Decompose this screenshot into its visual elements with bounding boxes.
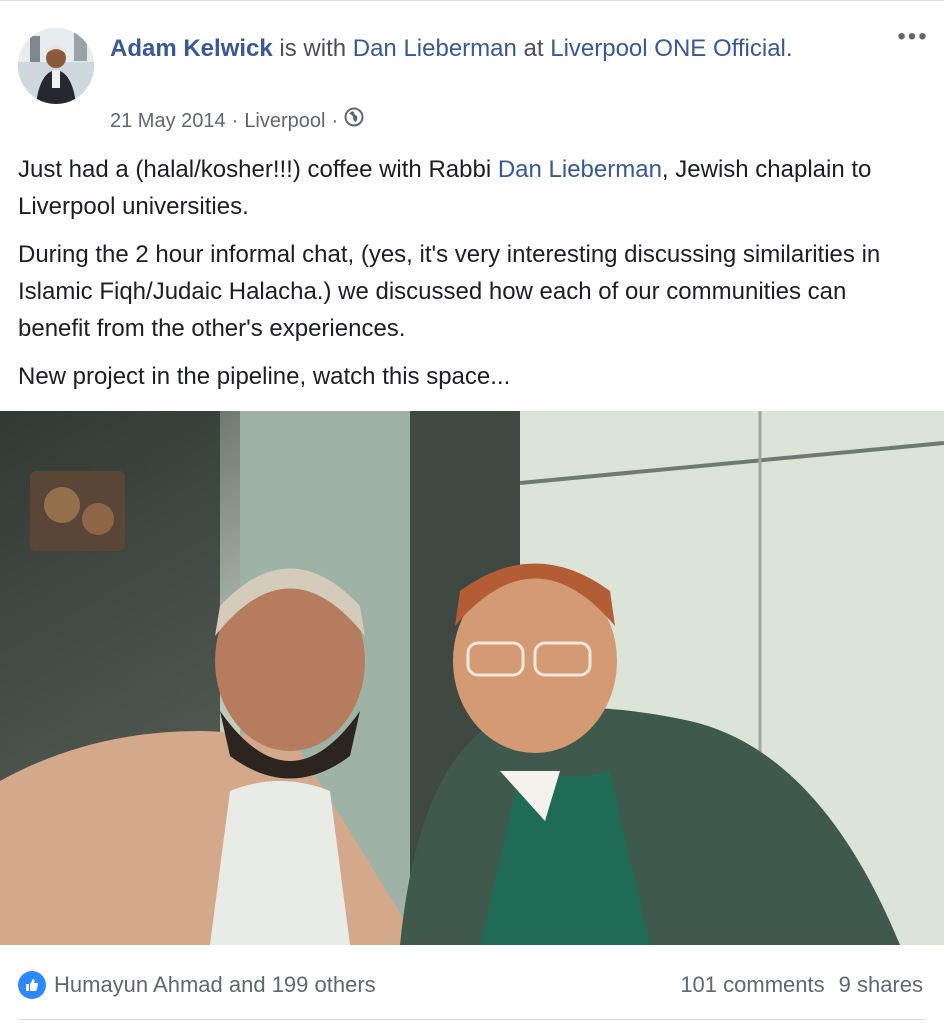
thumbs-up-icon	[18, 971, 46, 999]
post-text: Just had a (halal/kosher!!!) coffee with…	[18, 151, 923, 406]
more-icon: •••	[897, 23, 929, 50]
post-paragraph-1: Just had a (halal/kosher!!!) coffee with…	[18, 151, 923, 225]
post-date[interactable]: 21 May 2014	[110, 107, 226, 135]
post-photo[interactable]	[0, 411, 944, 945]
post-place[interactable]: Liverpool	[244, 107, 325, 135]
footer-divider	[18, 1019, 926, 1020]
globe-icon[interactable]	[344, 107, 364, 135]
post-paragraph-3: New project in the pipeline, watch this …	[18, 363, 511, 390]
tagged-person-link[interactable]: Dan Lieberman	[353, 35, 517, 62]
post-paragraph-2: During the 2 hour informal chat, (yes, i…	[18, 241, 881, 342]
header-period: .	[785, 35, 793, 62]
comments-count[interactable]: 101 comments	[680, 972, 824, 998]
author-name[interactable]: Adam Kelwick	[110, 35, 273, 62]
reactions-summary[interactable]: Humayun Ahmad and 199 others	[18, 971, 376, 999]
paragraph1-lead: Just had a (halal/kosher!!!) coffee with…	[18, 156, 498, 183]
with-label: is with	[272, 35, 353, 62]
avatar-image	[18, 28, 94, 104]
more-options-button[interactable]: •••	[896, 23, 930, 50]
likes-text[interactable]: Humayun Ahmad and 199 others	[54, 972, 376, 998]
post-meta: 21 May 2014 · Liverpool ·	[110, 107, 364, 135]
rabbi-name-link[interactable]: Dan Lieberman	[498, 156, 662, 183]
facebook-post: Adam Kelwick is with Dan Lieberman at Li…	[0, 0, 944, 1023]
meta-separator: ·	[331, 110, 339, 132]
author-avatar[interactable]	[18, 28, 94, 104]
at-label: at	[516, 35, 551, 62]
meta-separator: ·	[231, 110, 239, 132]
engagement-counts: 101 comments 9 shares	[680, 972, 923, 998]
location-link[interactable]: Liverpool ONE Official	[550, 35, 786, 62]
post-footer: Humayun Ahmad and 199 others 101 comment…	[18, 965, 923, 1005]
selfie-photo	[0, 411, 944, 945]
post-header: Adam Kelwick is with Dan Lieberman at Li…	[110, 32, 880, 66]
shares-count[interactable]: 9 shares	[839, 972, 923, 998]
